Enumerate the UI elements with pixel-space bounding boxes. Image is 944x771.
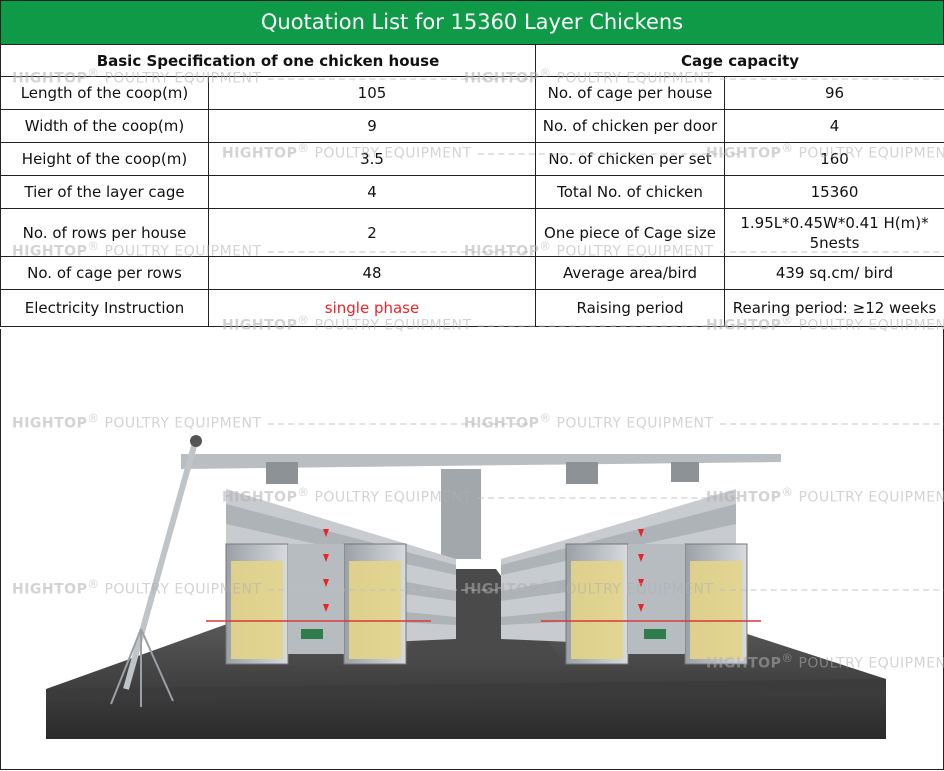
capacity-label: One piece of Cage size <box>535 208 725 257</box>
capacity-label: Total No. of chicken <box>535 175 725 209</box>
capacity-label: No. of cage per house <box>535 76 725 110</box>
spec-label: Electricity Instruction <box>0 289 209 327</box>
cage-capacity-header: Cage capacity <box>535 44 944 77</box>
capacity-label: No. of chicken per door <box>535 109 725 143</box>
page-title: Quotation List for 15360 Layer Chickens <box>0 0 944 45</box>
cage-system-image <box>0 329 944 770</box>
spec-value: 4 <box>208 175 536 209</box>
spec-label: Width of the coop(m) <box>0 109 209 143</box>
spec-label: Tier of the layer cage <box>0 175 209 209</box>
spec-label: Height of the coop(m) <box>0 142 209 176</box>
spec-label: No. of rows per house <box>0 208 209 257</box>
capacity-value: 1.95L*0.45W*0.41 H(m)* 5nests <box>724 208 944 257</box>
capacity-value: Rearing period: ≥12 weeks <box>724 289 944 327</box>
spec-label: No. of cage per rows <box>0 256 209 290</box>
capacity-label: Average area/bird <box>535 256 725 290</box>
spec-value: 48 <box>208 256 536 290</box>
basic-spec-header: Basic Specification of one chicken house <box>0 44 536 77</box>
table-row: Tier of the layer cage 4 Total No. of ch… <box>0 175 944 209</box>
spec-value: 2 <box>208 208 536 257</box>
table-row: Width of the coop(m) 9 No. of chicken pe… <box>0 109 944 143</box>
table-header-row: Basic Specification of one chicken house… <box>0 44 944 77</box>
specification-table: Basic Specification of one chicken house… <box>0 44 944 327</box>
spec-value: 3.5 <box>208 142 536 176</box>
capacity-value: 96 <box>724 76 944 110</box>
table-row: No. of rows per house 2 One piece of Cag… <box>0 208 944 257</box>
quotation-sheet: Quotation List for 15360 Layer Chickens … <box>0 0 944 771</box>
capacity-value: 4 <box>724 109 944 143</box>
capacity-value: 15360 <box>724 175 944 209</box>
capacity-label: Raising period <box>535 289 725 327</box>
spec-value-highlight: single phase <box>208 289 536 327</box>
capacity-value: 160 <box>724 142 944 176</box>
spec-label: Length of the coop(m) <box>0 76 209 110</box>
table-row: Electricity Instruction single phase Rai… <box>0 289 944 327</box>
layer-cage-illustration <box>46 435 886 739</box>
spec-value: 9 <box>208 109 536 143</box>
spec-value: 105 <box>208 76 536 110</box>
capacity-value: 439 sq.cm/ bird <box>724 256 944 290</box>
table-row: Length of the coop(m) 105 No. of cage pe… <box>0 76 944 110</box>
capacity-label: No. of chicken per set <box>535 142 725 176</box>
table-row: Height of the coop(m) 3.5 No. of chicken… <box>0 142 944 176</box>
table-row: No. of cage per rows 48 Average area/bir… <box>0 256 944 290</box>
